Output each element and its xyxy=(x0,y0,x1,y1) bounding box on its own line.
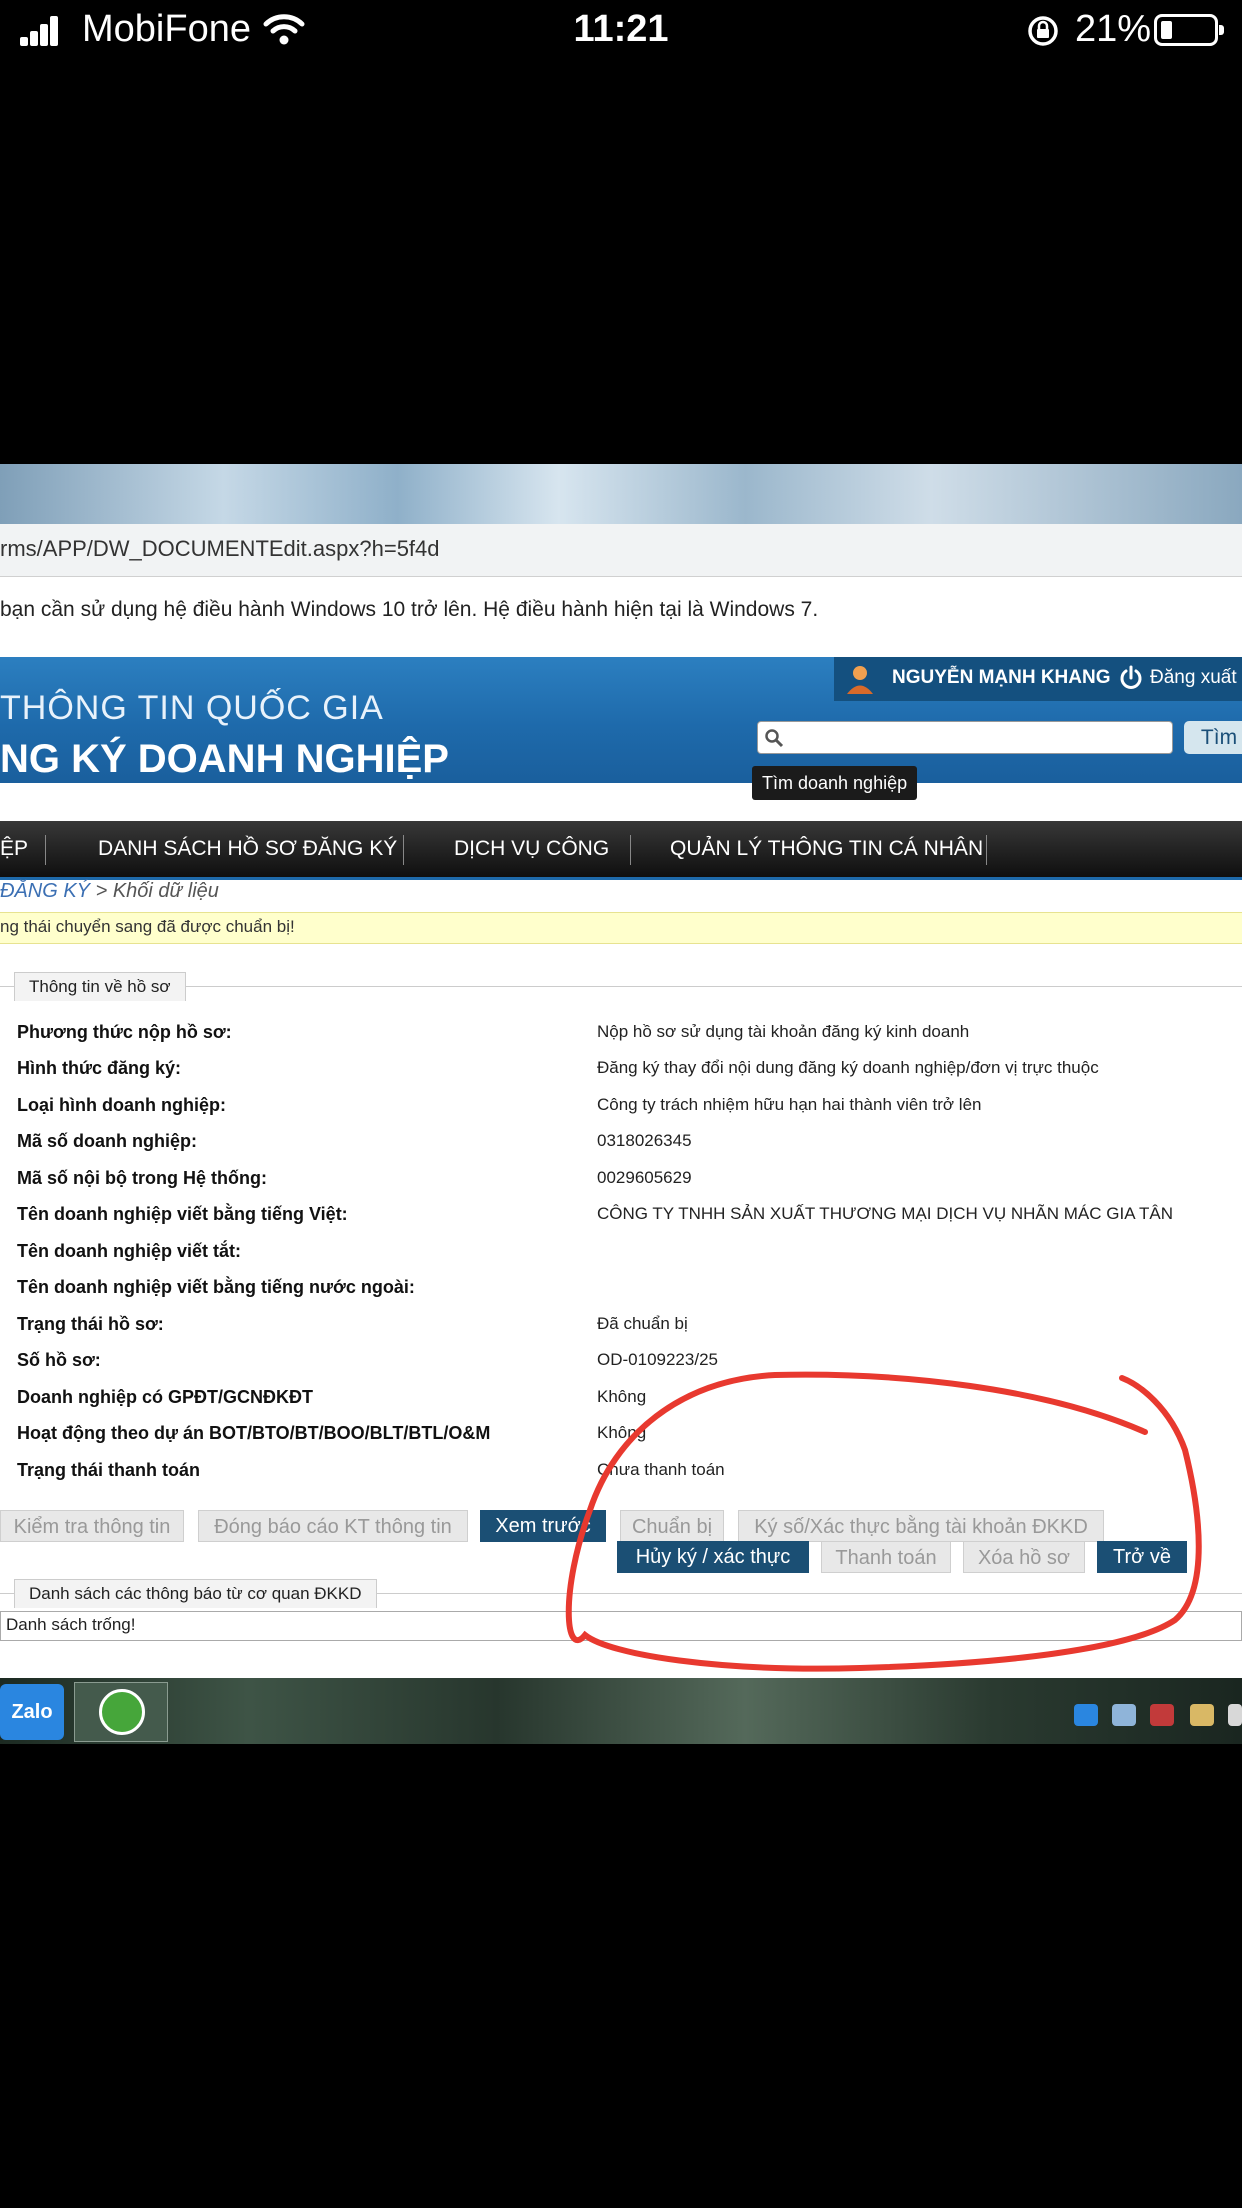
red-circle-annotation xyxy=(565,1371,1202,1672)
